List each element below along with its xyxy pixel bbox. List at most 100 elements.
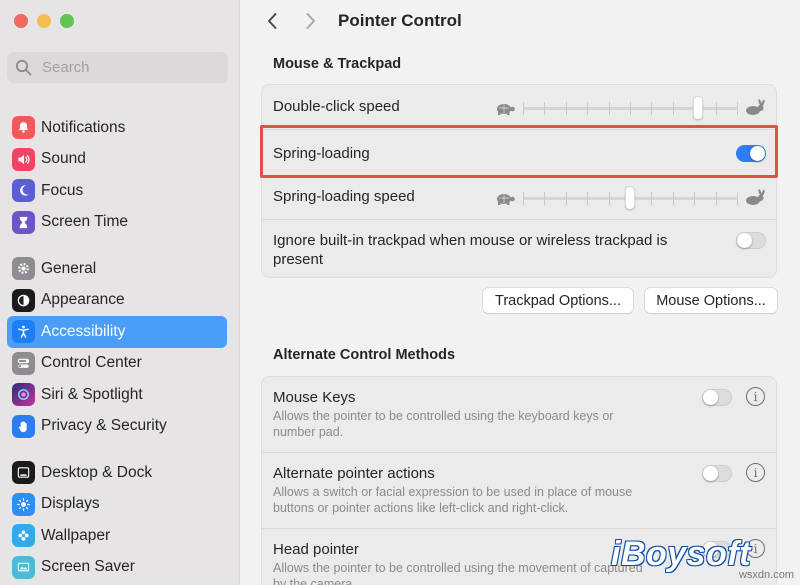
slider-tick [608,102,610,115]
sidebar-group-1: Notifications Sound Focus Screen Time [7,112,227,238]
slider-tick [715,192,717,205]
slider-tick [694,192,696,205]
toolbar: Pointer Control [240,0,800,42]
back-button[interactable] [258,7,286,35]
slider-tick [715,102,717,115]
sidebar-item-label: Screen Saver [41,558,135,576]
slider-tick [651,192,653,205]
mouse-keys-label: Mouse Keys [273,389,356,406]
sidebar-item-label: Sound [41,150,86,168]
site-watermark: wsxdn.com [738,569,794,581]
moon-icon [12,179,35,203]
slider-thumb[interactable] [625,187,635,209]
mouse-keys-row: Mouse Keys Allows the pointer to be cont… [262,377,776,452]
slider-tick [587,102,589,115]
search-icon [15,59,32,76]
sidebar-item-label: Desktop & Dock [41,463,153,481]
sidebar-item-label: Privacy & Security [41,417,167,435]
rabbit-icon [746,99,765,115]
mouse-keys-description: Allows the pointer to be controlled usin… [273,409,614,439]
slider-thumb[interactable] [693,97,703,119]
sidebar-group-3: Desktop & Dock Displays Wallpaper Screen… [7,457,227,583]
slider-tick [651,102,653,115]
sidebar-item-desktop-dock[interactable]: Desktop & Dock [7,457,227,489]
sidebar-item-label: Displays [41,495,100,513]
slider-tick [544,192,546,205]
double-click-speed-slider[interactable] [494,95,766,121]
sidebar-item-appearance[interactable]: Appearance [7,285,227,317]
sidebar-item-privacy-security[interactable]: Privacy & Security [7,411,227,443]
mouse-options-button[interactable]: Mouse Options... [645,288,777,313]
flower-icon [12,524,35,548]
sidebar-item-sound[interactable]: Sound [7,144,227,176]
close-window-button[interactable] [14,14,28,28]
spring-loading-speed-row: Spring-loading speed [262,175,776,219]
sidebar-item-notifications[interactable]: Notifications [7,112,227,144]
chevron-right-icon [306,13,315,29]
search-input[interactable] [42,59,212,76]
alternate-pointer-toggle[interactable] [702,465,732,482]
sun-icon [12,492,35,516]
page-title: Pointer Control [338,11,462,30]
minimize-window-button[interactable] [37,14,51,28]
slider-tick [737,192,738,205]
sidebar-item-displays[interactable]: Displays [7,489,227,521]
sidebar-item-screen-saver[interactable]: Screen Saver [7,552,227,584]
siri-icon [12,383,35,407]
sidebar-item-siri-spotlight[interactable]: Siri & Spotlight [7,379,227,411]
slider-tick [565,192,567,205]
slider-tick [523,192,524,205]
sidebar-item-accessibility[interactable]: Accessibility [7,316,227,348]
spring-loading-row: Spring-loading [262,129,776,175]
slider-tick [587,192,589,205]
trackpad-options-button[interactable]: Trackpad Options... [483,288,633,313]
toggle-knob [750,146,765,161]
mouse-keys-toggle[interactable] [702,389,732,406]
info-icon: i [753,465,758,480]
spring-loading-speed-slider[interactable] [494,185,766,211]
slider-tick [630,102,631,115]
slider-tick [737,102,738,115]
dock-icon [12,461,35,485]
spring-loading-toggle[interactable] [736,145,766,162]
info-button[interactable]: i [746,387,765,406]
sidebar-item-label: Wallpaper [41,526,111,544]
accessibility-icon [12,320,35,344]
sidebar-item-label: Appearance [41,291,125,309]
spring-loading-speed-label: Spring-loading speed [273,188,415,205]
sidebar-item-control-center[interactable]: Control Center [7,348,227,380]
sidebar-item-screen-time[interactable]: Screen Time [7,207,227,239]
sidebar-item-label: Accessibility [41,322,126,340]
rabbit-icon [746,189,765,205]
forward-button[interactable] [297,7,325,35]
toggle-knob [703,390,718,405]
sidebar-item-label: Notifications [41,118,126,136]
ignore-trackpad-toggle[interactable] [736,232,766,249]
sidebar-item-focus[interactable]: Focus [7,175,227,207]
hourglass-icon [12,210,35,234]
section-title-alternate-control: Alternate Control Methods [273,347,456,363]
main-pane: Pointer Control Mouse & Trackpad Double-… [240,0,800,585]
turtle-icon [497,104,515,115]
search-box[interactable] [7,52,228,83]
zoom-window-button[interactable] [60,14,74,28]
info-button[interactable]: i [746,463,765,482]
sidebar-item-label: Focus [41,181,84,199]
sidebar-item-wallpaper[interactable]: Wallpaper [7,520,227,552]
slider-tick [523,102,524,115]
chevron-left-icon [268,13,277,29]
sidebar-item-label: Screen Time [41,213,129,231]
hand-icon [12,414,35,438]
sidebar-item-label: General [41,259,97,277]
sidebar-item-general[interactable]: General [7,253,227,285]
alternate-pointer-description: Allows a switch or facial expression to … [273,485,633,515]
slider-tick [608,192,610,205]
sidebar: Notifications Sound Focus Screen Time Ge… [0,0,240,585]
double-click-speed-row: Double-click speed [262,85,776,129]
brand-watermark: iBoysoft [611,535,751,573]
slider-tick [544,102,546,115]
gear-icon [12,257,35,281]
alternate-pointer-label: Alternate pointer actions [273,465,435,482]
head-pointer-description: Allows the pointer to be controlled usin… [273,561,643,585]
ignore-trackpad-label: Ignore built-in trackpad when mouse or w… [273,232,668,268]
